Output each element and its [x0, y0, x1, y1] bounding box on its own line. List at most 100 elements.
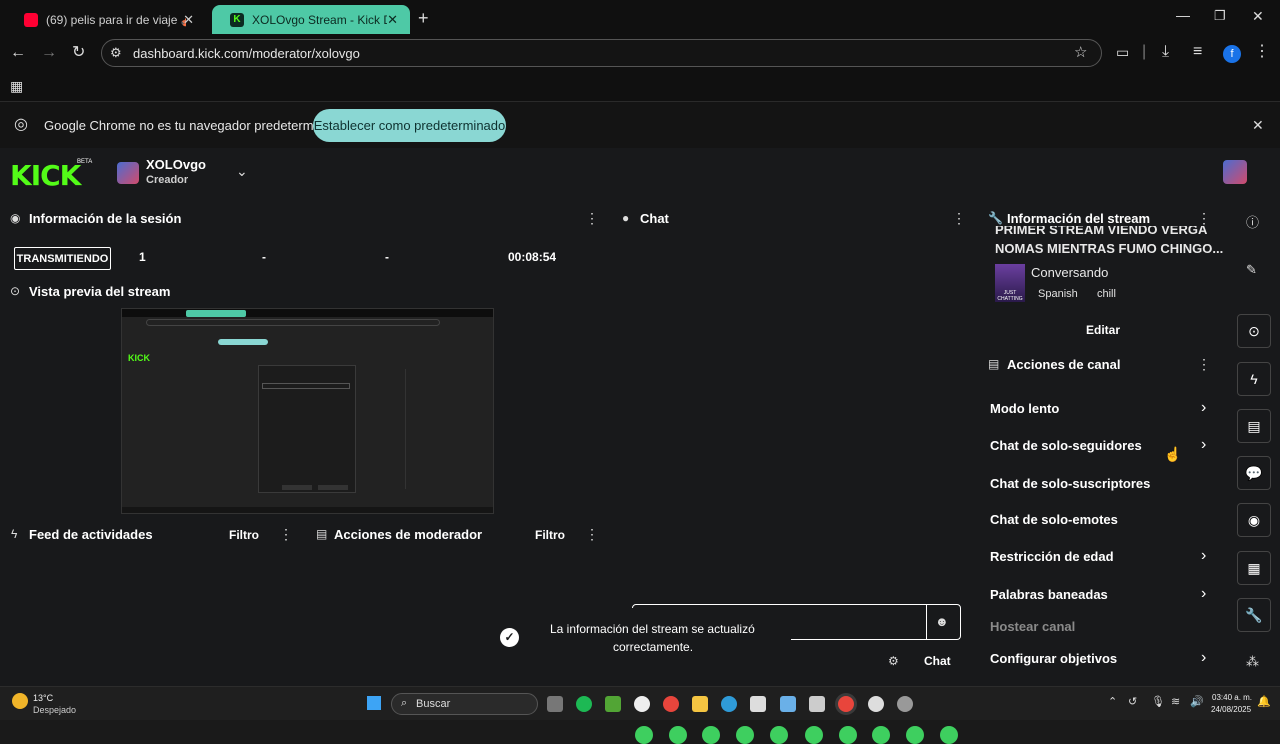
toast-line2: correctamente.: [613, 640, 694, 654]
action-configure-goals[interactable]: Configurar objetivos: [990, 651, 1117, 666]
activity-filter-button[interactable]: Filtro: [229, 528, 259, 542]
wrench-icon[interactable]: 🔧: [1237, 598, 1271, 632]
bookmark-star-icon[interactable]: ☆: [1074, 45, 1087, 60]
emote-icon[interactable]: [940, 726, 958, 744]
stream-preview-video[interactable]: KICK: [121, 308, 494, 514]
xbox-icon[interactable]: [634, 696, 650, 712]
restore-icon[interactable]: ❐: [1214, 9, 1226, 22]
store-icon[interactable]: [750, 696, 766, 712]
channel-actions-menu-icon[interactable]: ⋮: [1197, 357, 1211, 371]
chat-icon[interactable]: 💬: [1237, 456, 1271, 490]
cast-icon[interactable]: ▭: [1116, 45, 1129, 59]
broadcast-icon[interactable]: ◉: [1237, 503, 1271, 537]
close-infobar-icon[interactable]: ✕: [1252, 118, 1264, 132]
emote-icon[interactable]: [635, 726, 653, 744]
apps-grid-icon[interactable]: ▦: [10, 79, 23, 93]
layout-icon[interactable]: ▦: [1237, 551, 1271, 585]
notes-icon[interactable]: ▤: [1237, 409, 1271, 443]
set-default-button[interactable]: Establecer como predeterminado: [313, 109, 506, 142]
chevron-right-icon[interactable]: ›: [1201, 399, 1206, 417]
session-menu-icon[interactable]: ⋮: [585, 211, 599, 225]
minecraft-icon[interactable]: [605, 696, 621, 712]
minimize-icon[interactable]: —: [1176, 8, 1190, 22]
chrome-active-icon[interactable]: [838, 696, 854, 712]
mod-menu-icon[interactable]: ⋮: [585, 527, 599, 541]
activity-feed-title: Feed de actividades: [29, 527, 153, 542]
emote-icon[interactable]: [805, 726, 823, 744]
pencil-icon[interactable]: ✎: [1246, 263, 1257, 276]
action-emotes-only[interactable]: Chat de solo-emotes: [990, 512, 1118, 527]
taskbar-search[interactable]: ⌕ Buscar: [391, 693, 538, 715]
chevron-right-icon[interactable]: ›: [1201, 585, 1206, 603]
chevron-right-icon[interactable]: ›: [1201, 436, 1206, 454]
action-slow-mode[interactable]: Modo lento: [990, 401, 1059, 416]
emote-icon[interactable]: [906, 726, 924, 744]
info-icon[interactable]: ⓘ: [1246, 216, 1259, 229]
action-host-channel[interactable]: Hostear canal: [990, 619, 1075, 634]
chrome-icon[interactable]: [663, 696, 679, 712]
app-icon[interactable]: [897, 696, 913, 712]
emote-icon[interactable]: [872, 726, 890, 744]
clock-date[interactable]: 24/08/2025: [1211, 705, 1251, 714]
emote-icon[interactable]: [770, 726, 788, 744]
chevron-down-icon[interactable]: ⌄: [236, 164, 248, 178]
camera-icon[interactable]: ⊙: [1237, 314, 1271, 348]
chat-settings-icon[interactable]: ⚙: [888, 655, 899, 667]
tab-youtube[interactable]: (69) pelis para ir de viaje 🎻 - Y ✕: [6, 5, 206, 34]
chevron-right-icon[interactable]: ›: [1201, 649, 1206, 667]
close-tab-icon[interactable]: ✕: [183, 12, 194, 28]
back-icon[interactable]: ←: [10, 45, 26, 61]
download-icon[interactable]: ⤓: [1162, 44, 1169, 60]
volume-icon[interactable]: 🔊: [1190, 697, 1204, 708]
tray-chevron-icon[interactable]: ⌃: [1108, 697, 1117, 708]
user-avatar[interactable]: [1223, 160, 1247, 184]
notification-bell-icon[interactable]: 🔔: [1257, 697, 1271, 708]
apps-dots-icon[interactable]: ⁂: [1246, 655, 1259, 668]
close-window-icon[interactable]: ✕: [1252, 9, 1264, 23]
chat-menu-icon[interactable]: ⋮: [952, 211, 966, 225]
photos-icon[interactable]: [780, 696, 796, 712]
kick-logo[interactable]: KICK: [10, 159, 81, 192]
chrome-menu-icon[interactable]: ⋮: [1254, 44, 1270, 60]
file-explorer-icon[interactable]: [692, 696, 708, 712]
tab-kick[interactable]: K XOLOvgo Stream - Kick Das ✕: [212, 5, 410, 34]
edit-stream-button[interactable]: Editar: [1086, 323, 1120, 337]
action-banned-words[interactable]: Palabras baneadas: [990, 587, 1108, 602]
emote-icon[interactable]: [839, 726, 857, 744]
tray-app-icon[interactable]: ↺: [1128, 697, 1137, 708]
edge-icon[interactable]: [721, 696, 737, 712]
outlook-icon[interactable]: [809, 696, 825, 712]
weather-icon[interactable]: [12, 693, 28, 709]
reload-icon[interactable]: ↻: [72, 45, 85, 61]
action-age-restriction[interactable]: Restricción de edad: [990, 549, 1114, 564]
site-info-icon[interactable]: ⚙: [110, 46, 122, 59]
media-queue-icon[interactable]: ≡: [1193, 44, 1202, 60]
task-view-icon[interactable]: [547, 696, 563, 712]
wifi-icon[interactable]: ≋: [1171, 697, 1180, 708]
activity-menu-icon[interactable]: ⋮: [279, 527, 293, 541]
address-bar[interactable]: ⚙ dashboard.kick.com/moderator/xolovgo ☆: [101, 39, 1102, 67]
emoji-picker-icon[interactable]: ☻: [935, 615, 949, 628]
forward-icon[interactable]: →: [41, 45, 57, 61]
chat-send-button[interactable]: Chat: [924, 654, 951, 668]
emote-icon[interactable]: [702, 726, 720, 744]
emote-icon[interactable]: [669, 726, 687, 744]
profile-avatar[interactable]: f: [1223, 45, 1241, 63]
action-subscribers-only[interactable]: Chat de solo-suscriptores: [990, 476, 1150, 491]
spotify-icon[interactable]: [576, 696, 592, 712]
action-followers-only[interactable]: Chat de solo-seguidores: [990, 438, 1142, 453]
emote-icon[interactable]: [736, 726, 754, 744]
mod-filter-button[interactable]: Filtro: [535, 528, 565, 542]
clock-time[interactable]: 03:40 a. m.: [1212, 693, 1252, 702]
microphone-icon[interactable]: 🎙: [1151, 697, 1165, 708]
browser-toolbar: ← → ↻ ⚙ dashboard.kick.com/moderator/xol…: [0, 34, 1280, 72]
start-icon[interactable]: [367, 696, 381, 710]
preview-icon: ⊙: [10, 284, 21, 298]
new-tab-icon[interactable]: +: [418, 9, 429, 27]
stream-info-menu-icon[interactable]: ⋮: [1197, 211, 1211, 225]
close-tab-icon[interactable]: ✕: [387, 12, 398, 28]
settings-icon[interactable]: [868, 696, 884, 712]
channel-actions-title: Acciones de canal: [1007, 357, 1121, 372]
lightning-icon[interactable]: ϟ: [1237, 362, 1271, 396]
chevron-right-icon[interactable]: ›: [1201, 547, 1206, 565]
